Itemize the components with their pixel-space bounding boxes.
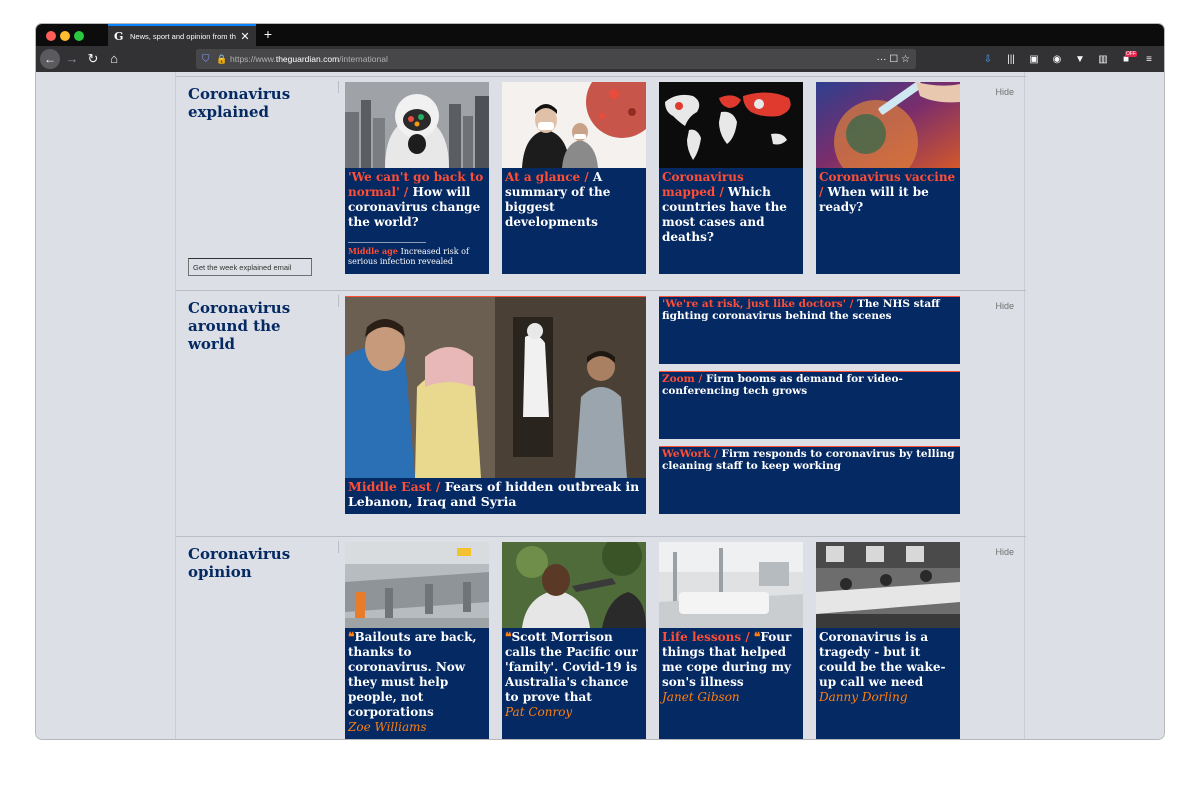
card-opinion-3[interactable]: Life lessons / ❝Four things that helped … <box>659 542 803 739</box>
section-coronavirus-explained: Coronavirus explained Hide Get the week … <box>176 76 1026 286</box>
card-headline[interactable]: ❝Bailouts are back, thanks to coronaviru… <box>348 630 486 735</box>
downloads-icon[interactable]: ⇩ <box>981 54 995 65</box>
historic-ward-image <box>816 542 960 628</box>
section-title[interactable]: Coronavirus opinion <box>188 545 328 581</box>
card-headline[interactable]: Coronavirus is a tragedy - but it could … <box>819 630 957 705</box>
section-title[interactable]: Coronavirus explained <box>188 85 328 121</box>
card-opinion-2[interactable]: ❝Scott Morrison calls the Pacific our 'f… <box>502 542 646 739</box>
extension-off-icon[interactable]: ■ OFF <box>1119 50 1137 65</box>
page-actions-icons[interactable]: ··· ☐ ☆ <box>877 54 910 65</box>
card-explained-2[interactable]: At a glance / A summary of the biggest d… <box>502 82 646 274</box>
tab-guardian[interactable]: G News, sport and opinion from th ✕ <box>108 24 256 46</box>
tracking-shield-icon[interactable]: ⛉ <box>202 54 216 65</box>
library-icon[interactable]: ||| <box>1004 54 1018 65</box>
card-explained-1[interactable]: 'We can't go back to normal' / How will … <box>345 82 489 274</box>
email-signup-button[interactable]: Get the week explained email <box>188 258 312 276</box>
section-coronavirus-world: Coronavirus around the world Hide Middle… <box>176 290 1026 534</box>
account-icon[interactable]: ◉ <box>1050 54 1064 65</box>
home-button[interactable]: ⌂ <box>106 49 122 69</box>
card-headline[interactable]: WeWork / Firm responds to coronavirus by… <box>662 448 957 472</box>
card-headline[interactable]: At a glance / A summary of the biggest d… <box>505 170 643 230</box>
content-column: Coronavirus explained Hide Get the week … <box>175 72 1026 739</box>
title-divider <box>338 295 339 307</box>
card-world-main[interactable]: Middle East / Fears of hidden outbreak i… <box>345 296 646 514</box>
card-explained-3[interactable]: Coronavirus mapped / Which countries hav… <box>659 82 803 274</box>
masked-people-image <box>502 82 646 168</box>
card-headline[interactable]: Coronavirus vaccine / When will it be re… <box>819 170 957 215</box>
card-headline[interactable]: 'We can't go back to normal' / How will … <box>348 170 486 230</box>
page: Coronavirus explained Hide Get the week … <box>36 72 1164 739</box>
card-headline[interactable]: Life lessons / ❝Four things that helped … <box>662 630 800 705</box>
title-divider <box>338 81 339 93</box>
close-tab-icon[interactable]: ✕ <box>240 30 250 43</box>
card-opinion-1[interactable]: ❝Bailouts are back, thanks to coronaviru… <box>345 542 489 739</box>
temperature-check-image <box>502 542 646 628</box>
close-window-button[interactable] <box>46 31 56 41</box>
children-sanitizing-image <box>345 297 646 478</box>
card-separator <box>348 242 426 243</box>
card-world-side-1[interactable]: 'We're at risk, just like doctors' / The… <box>659 296 960 364</box>
card-headline[interactable]: Zoom / Firm booms as demand for video-co… <box>662 373 957 397</box>
section-title[interactable]: Coronavirus around the world <box>188 299 328 353</box>
minimize-window-button[interactable] <box>60 31 70 41</box>
sidebar-icon[interactable]: ▣ <box>1027 54 1041 65</box>
card-explained-4[interactable]: Coronavirus vaccine / When will it be re… <box>816 82 960 274</box>
tab-bar: G News, sport and opinion from th ✕ + <box>36 24 1164 46</box>
guardian-favicon-icon: G <box>114 29 124 43</box>
card-world-side-2[interactable]: Zoom / Firm booms as demand for video-co… <box>659 371 960 439</box>
card-opinion-4[interactable]: Coronavirus is a tragedy - but it could … <box>816 542 960 739</box>
maximize-window-button[interactable] <box>74 31 84 41</box>
title-divider <box>338 541 339 553</box>
section-coronavirus-opinion: Coronavirus opinion Hide ❝Bailouts are b… <box>176 536 1026 739</box>
forward-button[interactable]: → <box>64 49 80 69</box>
lock-icon[interactable]: 🔒 <box>216 54 230 65</box>
card-headline[interactable]: 'We're at risk, just like doctors' / The… <box>662 298 957 322</box>
card-sublink[interactable]: Middle age Increased risk of serious inf… <box>348 246 486 267</box>
browser-window: G News, sport and opinion from th ✕ + ← … <box>36 24 1164 739</box>
extension-barcode-icon[interactable]: ▥ <box>1096 54 1110 65</box>
hospital-ward-image <box>659 542 803 628</box>
hazmat-mask-image <box>345 82 489 168</box>
reload-button[interactable]: ↻ <box>85 49 101 69</box>
url-text[interactable]: https://www.theguardian.com/internationa… <box>230 54 871 64</box>
airport-checkin-image <box>345 542 489 628</box>
hide-button[interactable]: Hide <box>995 301 1014 311</box>
nav-bar: ← → ↻ ⌂ ⛉ 🔒 https://www.theguardian.com/… <box>36 46 1164 72</box>
hide-button[interactable]: Hide <box>995 87 1014 97</box>
back-button[interactable]: ← <box>40 49 60 69</box>
extension-v-icon[interactable]: ▼ <box>1073 54 1087 65</box>
menu-icon[interactable]: ≡ <box>1142 54 1156 65</box>
card-headline[interactable]: Coronavirus mapped / Which countries hav… <box>662 170 800 245</box>
card-headline[interactable]: Middle East / Fears of hidden outbreak i… <box>348 479 643 509</box>
hide-button[interactable]: Hide <box>995 547 1014 557</box>
vaccine-image <box>816 82 960 168</box>
toolbar-icons: ⇩ ||| ▣ ◉ ▼ ▥ ■ OFF ≡ <box>981 49 1156 69</box>
world-map-image <box>659 82 803 168</box>
card-headline[interactable]: ❝Scott Morrison calls the Pacific our 'f… <box>505 630 643 720</box>
url-bar[interactable]: ⛉ 🔒 https://www.theguardian.com/internat… <box>196 49 916 69</box>
tab-title: News, sport and opinion from th <box>130 31 236 41</box>
card-world-side-3[interactable]: WeWork / Firm responds to coronavirus by… <box>659 446 960 514</box>
new-tab-button[interactable]: + <box>260 26 276 42</box>
